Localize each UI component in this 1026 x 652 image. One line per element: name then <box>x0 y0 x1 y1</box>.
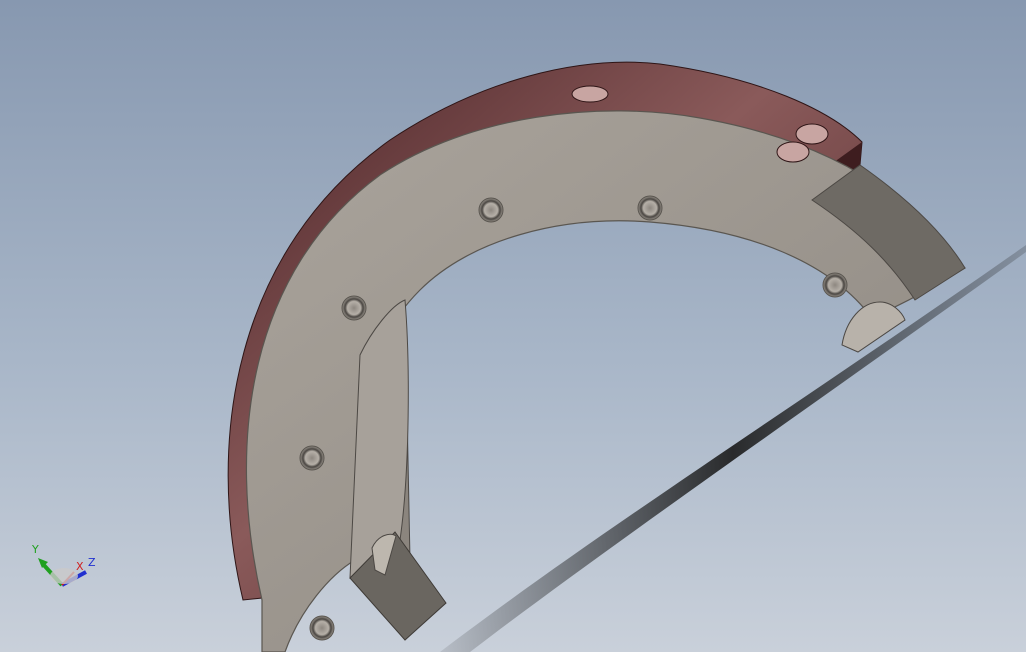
rivet-hole <box>822 272 848 298</box>
triad-z-label: Z <box>88 556 96 569</box>
rivet-hole <box>309 615 335 641</box>
lining-hole <box>776 141 810 163</box>
rivet-hole <box>341 295 367 321</box>
orientation-triad[interactable]: Y X Z <box>31 543 96 587</box>
lining-hole <box>795 123 829 145</box>
lining-hole <box>571 85 609 103</box>
model-scene[interactable]: Y X Z <box>0 0 1026 652</box>
3d-viewport[interactable]: Y X Z <box>0 0 1026 652</box>
rivet-hole <box>637 195 663 221</box>
rivet-hole <box>299 445 325 471</box>
triad-base <box>50 568 78 584</box>
triad-y-label: Y <box>31 543 39 556</box>
triad-x-label: X <box>76 560 84 573</box>
shadow-line <box>440 245 1026 652</box>
rivet-hole <box>478 197 504 223</box>
